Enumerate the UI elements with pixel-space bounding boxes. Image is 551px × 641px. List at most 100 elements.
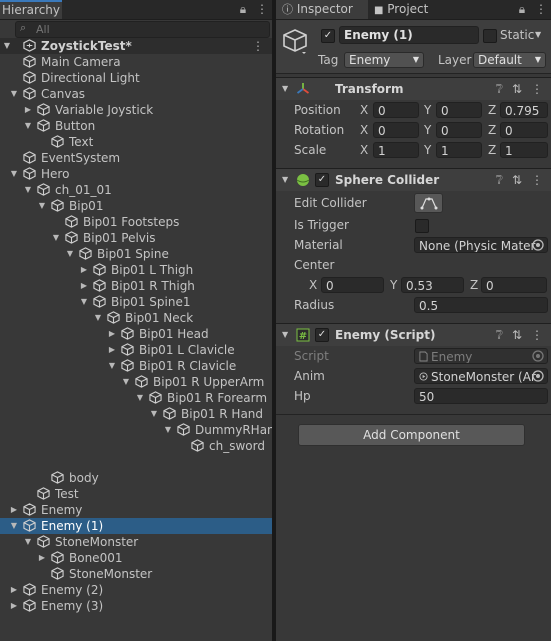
chevron-down-icon[interactable]: ▼ (163, 422, 173, 438)
transform-rotation-z-field[interactable]: 0 (500, 122, 548, 138)
hierarchy-item[interactable]: ▼ Bip01 Pelvis (0, 230, 272, 246)
chevron-down-icon[interactable]: ▼ (23, 118, 33, 134)
hierarchy-item[interactable]: ▼ Bip01 R Hand (0, 406, 272, 422)
transform-position-y-field[interactable]: 0 (436, 102, 482, 118)
chevron-right-icon[interactable]: ▶ (9, 582, 19, 598)
hierarchy-item[interactable]: Test (0, 486, 272, 502)
add-component-button[interactable]: Add Component (298, 424, 525, 446)
transform-rotation-y-field[interactable]: 0 (436, 122, 482, 138)
tag-dropdown[interactable]: Enemy ▼ (344, 52, 424, 68)
hierarchy-item[interactable]: ▼ Enemy (1) (0, 518, 272, 534)
scene-row[interactable]: ▼ ZoystickTest* ⋮ (0, 38, 272, 54)
center-y-field[interactable]: 0.53 (401, 277, 464, 293)
scene-kebab-menu-icon[interactable]: ⋮ (252, 38, 264, 54)
preset-icon[interactable]: ⇅ (512, 328, 522, 342)
chevron-right-icon[interactable]: ▶ (107, 326, 117, 342)
chevron-down-icon[interactable]: ▼ (282, 324, 288, 346)
tab-hierarchy[interactable]: Hierarchy (0, 0, 63, 19)
hierarchy-item[interactable]: Directional Light (0, 70, 272, 86)
chevron-down-icon[interactable]: ▼ (23, 534, 33, 550)
transform-scale-z-field[interactable]: 1 (500, 142, 548, 158)
center-z-field[interactable]: 0 (481, 277, 547, 293)
hierarchy-item[interactable]: ▶ Bip01 L Thigh (0, 262, 272, 278)
kebab-menu-icon[interactable]: ⋮ (535, 2, 547, 16)
hierarchy-item[interactable]: ▼ ch_01_01 (0, 182, 272, 198)
tab-inspector[interactable]: ⓘ Inspector (276, 0, 368, 19)
enemy-script-header[interactable]: ▼ # ✓ Enemy (Script) ❔︎ ⇅ ⋮ (276, 323, 551, 346)
chevron-down-icon[interactable]: ▼ (37, 198, 47, 214)
chevron-down-icon[interactable]: ▼ (135, 390, 145, 406)
center-x-field[interactable]: 0 (321, 277, 384, 293)
hierarchy-item[interactable]: ▼ Canvas (0, 86, 272, 102)
transform-scale-y-field[interactable]: 1 (436, 142, 482, 158)
chevron-down-icon[interactable]: ▼ (23, 182, 33, 198)
hierarchy-item[interactable]: ▶ Enemy (0, 502, 272, 518)
help-icon[interactable]: ❔︎ (496, 82, 503, 96)
kebab-menu-icon[interactable]: ⋮ (531, 173, 543, 187)
active-checkbox[interactable]: ✓ (321, 29, 335, 43)
chevron-down-icon[interactable]: ▼ (9, 86, 19, 102)
chevron-down-icon[interactable]: ▼ (9, 166, 19, 182)
hierarchy-item[interactable]: ▼ StoneMonster (0, 534, 272, 550)
chevron-down-icon[interactable]: ▼ (282, 169, 288, 191)
static-dropdown-icon[interactable]: ▼ (535, 26, 541, 44)
hierarchy-item[interactable]: ▶ Bip01 L Clavicle (0, 342, 272, 358)
hierarchy-item[interactable]: ▶ Bip01 R Thigh (0, 278, 272, 294)
object-picker-icon[interactable] (532, 370, 544, 382)
kebab-menu-icon[interactable]: ⋮ (256, 2, 268, 16)
hierarchy-item[interactable]: ▼ DummyRHand (0, 422, 272, 438)
hp-field[interactable]: 50 (414, 388, 548, 404)
object-name-field[interactable]: Enemy (1) (339, 26, 479, 44)
is-trigger-checkbox[interactable] (415, 219, 429, 233)
object-picker-icon[interactable] (532, 239, 544, 251)
transform-position-x-field[interactable]: 0 (373, 102, 419, 118)
hierarchy-item[interactable]: StoneMonster (0, 566, 272, 582)
radius-field[interactable]: 0.5 (414, 297, 548, 313)
chevron-down-icon[interactable]: ▼ (93, 310, 103, 326)
chevron-down-icon[interactable]: ▼ (107, 358, 117, 374)
hierarchy-item[interactable]: Main Camera (0, 54, 272, 70)
chevron-down-icon[interactable]: ▼ (9, 518, 19, 534)
chevron-right-icon[interactable]: ▶ (79, 262, 89, 278)
hierarchy-item[interactable]: ▶ Bip01 Head (0, 326, 272, 342)
hierarchy-item[interactable]: ▶ Enemy (2) (0, 582, 272, 598)
chevron-down-icon[interactable]: ▼ (65, 246, 75, 262)
sphere-collider-header[interactable]: ▼ ✓ Sphere Collider ❔︎ ⇅ ⋮ (276, 168, 551, 191)
material-field[interactable]: None (Physic Mater (414, 237, 548, 253)
hierarchy-item[interactable]: body (0, 470, 272, 486)
hierarchy-item[interactable]: ▼ Bip01 R UpperArm (0, 374, 272, 390)
edit-collider-button[interactable] (414, 193, 443, 213)
hierarchy-item[interactable]: ▼ Bip01 (0, 198, 272, 214)
layer-dropdown[interactable]: Default ▼ (473, 52, 546, 68)
hierarchy-item[interactable]: ▶ Bone001 (0, 550, 272, 566)
chevron-right-icon[interactable]: ▶ (9, 598, 19, 614)
hierarchy-item[interactable]: ▼ Bip01 R Clavicle (0, 358, 272, 374)
chevron-right-icon[interactable]: ▶ (107, 342, 117, 358)
hierarchy-search-box[interactable]: ⌕ (15, 21, 270, 38)
hierarchy-item[interactable]: Text (0, 134, 272, 150)
preset-icon[interactable]: ⇅ (512, 173, 522, 187)
hierarchy-search-input[interactable] (36, 22, 256, 37)
anim-field[interactable]: StoneMonster (Ar (414, 368, 548, 384)
help-icon[interactable]: ❔︎ (496, 173, 503, 187)
hierarchy-item[interactable]: ▼ Bip01 Spine (0, 246, 272, 262)
hierarchy-item[interactable]: ▼ Hero (0, 166, 272, 182)
lock-icon[interactable]: 🔒︎ (240, 2, 246, 16)
hierarchy-item[interactable]: Bip01 Footsteps (0, 214, 272, 230)
hierarchy-item[interactable]: EventSystem (0, 150, 272, 166)
transform-position-z-field[interactable]: 0.795 (500, 102, 548, 118)
hierarchy-item[interactable]: ch_sword (0, 438, 272, 454)
chevron-down-icon[interactable]: ▼ (79, 294, 89, 310)
transform-header[interactable]: ▼ Transform ❔︎ ⇅ ⋮ (276, 77, 551, 100)
chevron-down-icon[interactable]: ▼ (149, 406, 159, 422)
kebab-menu-icon[interactable]: ⋮ (531, 82, 543, 96)
kebab-menu-icon[interactable]: ⋮ (531, 328, 543, 342)
cube-icon[interactable] (280, 27, 310, 55)
hierarchy-item[interactable]: ▼ Bip01 R Forearm (0, 390, 272, 406)
static-checkbox[interactable] (483, 29, 497, 43)
chevron-right-icon[interactable]: ▶ (79, 278, 89, 294)
hierarchy-item[interactable]: ▼ Bip01 Neck (0, 310, 272, 326)
tab-project[interactable]: ■ Project (368, 0, 434, 19)
transform-scale-x-field[interactable]: 1 (373, 142, 419, 158)
hierarchy-item[interactable]: ▶ Enemy (3) (0, 598, 272, 614)
